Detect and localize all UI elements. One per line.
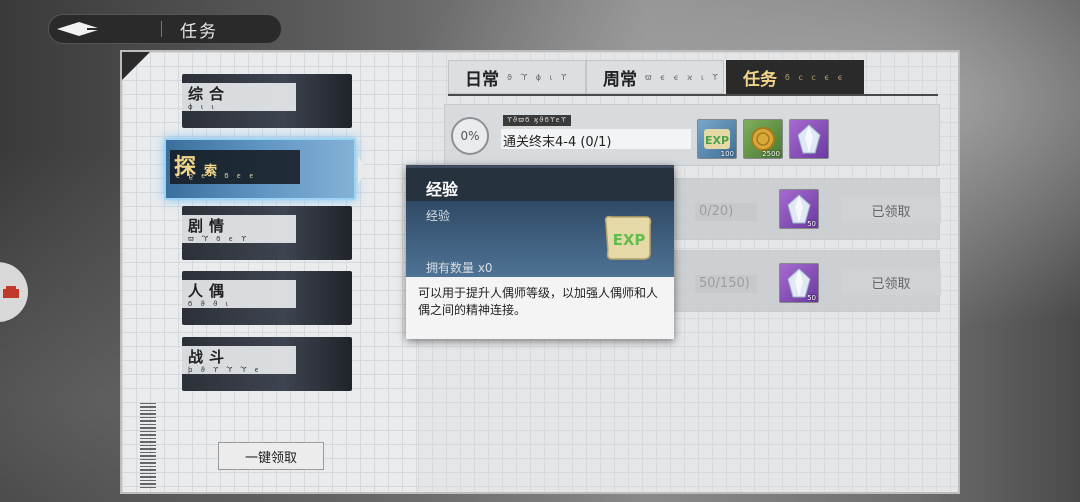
category-label: 综合 bbox=[188, 85, 231, 103]
tab-label: 周常 bbox=[603, 69, 637, 90]
gold-coin-icon bbox=[751, 127, 775, 151]
reward-qty: 100 bbox=[720, 150, 734, 158]
task-title: 通关终末4-4 (0/1) bbox=[503, 135, 612, 150]
category-rune: ϭ ϑ ϑ ι bbox=[188, 300, 231, 308]
tooltip-title: 经验 bbox=[406, 165, 674, 201]
category-doll[interactable]: 人偶 ϭ ϑ ϑ ι bbox=[182, 271, 352, 325]
category-battle[interactable]: 战斗 ϸ ϑ ϒ ϓ ϓ ϵ bbox=[182, 337, 352, 391]
task-tag: ϒϑϖϭ ϗϑϭϒϵϒ bbox=[503, 115, 571, 126]
claimed-button[interactable]: 已领取 bbox=[841, 269, 941, 295]
reward-coin[interactable]: 2500 bbox=[743, 119, 783, 159]
category-panel: 综合 ϕ ι ι 探 索 ϵ ϱ ϵ ι ϭ ϵ ϵ 剧情 ϖ ϓ ϭ ϵ ϒ … bbox=[122, 52, 418, 492]
tab-missions[interactable]: 任务 ϭ ϲ ϲ ϵ ϵ bbox=[726, 60, 864, 94]
category-rune: ϕ ι ι bbox=[188, 103, 217, 111]
tab-rune: ϭ ϲ ϲ ϵ ϵ bbox=[785, 72, 846, 82]
exp-scroll-icon: EXP bbox=[704, 129, 730, 149]
back-icon[interactable] bbox=[49, 14, 109, 44]
tab-rune: ϖ ϵ ϵ ϰ ι ϒ bbox=[645, 72, 721, 82]
progress-ring: 0% bbox=[451, 117, 489, 155]
title-separator bbox=[161, 21, 162, 37]
reward-qty: 50 bbox=[807, 294, 816, 302]
tooltip-category: 经验 bbox=[426, 209, 451, 223]
active-category-arrow bbox=[358, 156, 368, 184]
svg-text:EXP: EXP bbox=[705, 134, 729, 147]
task-progress-partial: 0/20) bbox=[695, 203, 757, 221]
task-progress-partial: 50/150) bbox=[695, 275, 757, 293]
reward-qty: 2500 bbox=[762, 150, 780, 158]
task-row[interactable]: 0% ϒϑϖϭ ϗϑϭϒϵϒ 通关终末4-4 (0/1) EXP 100 250… bbox=[444, 104, 940, 166]
reward-crystal[interactable] bbox=[789, 119, 829, 159]
claimed-button[interactable]: 已领取 bbox=[841, 197, 941, 223]
crystal-icon bbox=[797, 124, 821, 154]
tab-label: 日常 bbox=[465, 69, 499, 90]
page-title: 任务 bbox=[180, 21, 218, 42]
category-explore[interactable]: 探 索 ϵ ϱ ϵ ι ϭ ϵ ϵ bbox=[164, 138, 356, 200]
item-tooltip: 经验 经验 EXP 拥有数量 x0 可以用于提升人偶师等级，以加强人偶师和人偶之… bbox=[406, 165, 674, 339]
exp-scroll-icon: EXP bbox=[604, 215, 652, 260]
tab-weekly[interactable]: 周常 ϖ ϵ ϵ ϰ ι ϒ bbox=[586, 60, 724, 94]
barcode-decoration bbox=[140, 402, 156, 488]
category-story[interactable]: 剧情 ϖ ϓ ϭ ϵ ϒ bbox=[182, 206, 352, 260]
tab-daily[interactable]: 日常 ϑ ϓ ϕ ι ϒ bbox=[448, 60, 586, 94]
category-label: 战斗 bbox=[188, 348, 231, 366]
menu-icon bbox=[3, 286, 19, 298]
side-menu-badge[interactable] bbox=[0, 262, 28, 322]
tooltip-description: 可以用于提升人偶师等级，以加强人偶师和人偶之间的精神连接。 bbox=[406, 277, 674, 339]
reward-crystal[interactable]: 50 bbox=[779, 189, 819, 229]
task-title-bar: 通关终末4-4 (0/1) bbox=[501, 129, 691, 150]
tab-rune: ϑ ϓ ϕ ι ϒ bbox=[507, 72, 570, 82]
category-label: 剧情 bbox=[188, 217, 231, 235]
category-rune: ϸ ϑ ϒ ϓ ϓ ϵ bbox=[188, 366, 262, 374]
category-rune: ϵ ϱ ϵ ι ϭ ϵ ϵ bbox=[176, 172, 257, 180]
tooltip-owned: 拥有数量 x0 bbox=[426, 261, 493, 275]
reward-exp[interactable]: EXP 100 bbox=[697, 119, 737, 159]
tab-label: 任务 bbox=[743, 69, 777, 90]
reward-crystal[interactable]: 50 bbox=[779, 263, 819, 303]
tooltip-info: 经验 EXP 拥有数量 x0 bbox=[406, 201, 674, 277]
svg-text:EXP: EXP bbox=[613, 231, 646, 249]
category-rune: ϖ ϓ ϭ ϵ ϒ bbox=[188, 235, 250, 243]
reward-qty: 50 bbox=[807, 220, 816, 228]
category-label: 人偶 bbox=[188, 282, 231, 300]
claim-all-button[interactable]: 一键领取 bbox=[218, 442, 324, 470]
top-bar: 任务 bbox=[48, 14, 282, 44]
tab-bar: 日常 ϑ ϓ ϕ ι ϒ 周常 ϖ ϵ ϵ ϰ ι ϒ 任务 ϭ ϲ ϲ ϵ ϵ bbox=[448, 60, 938, 96]
category-general[interactable]: 综合 ϕ ι ι bbox=[182, 74, 352, 128]
corner-decoration bbox=[122, 52, 150, 80]
